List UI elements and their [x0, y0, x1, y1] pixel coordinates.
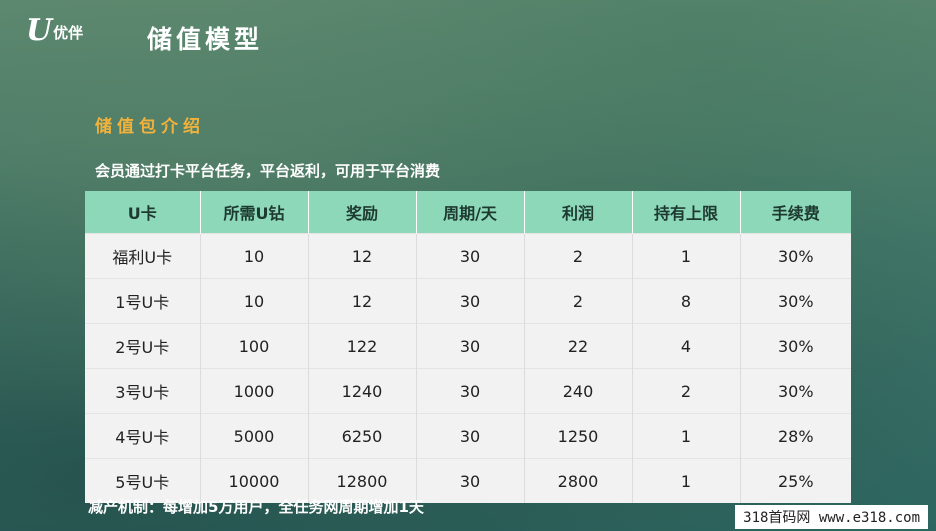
- table-cell: 30%: [740, 278, 851, 324]
- table-cell: 2800: [524, 458, 633, 503]
- table-cell: 2: [524, 233, 633, 279]
- table-cell: 1: [632, 458, 741, 503]
- table-cell: 2号U卡: [85, 323, 201, 369]
- table-cell: 22: [524, 323, 633, 369]
- table-cell: 2: [632, 368, 741, 414]
- table-cell: 122: [308, 323, 417, 369]
- table-cell: 1: [632, 233, 741, 279]
- table-cell: 10: [200, 233, 309, 279]
- watermark: 318首码网 www.e318.com: [735, 505, 928, 529]
- table-cell: 1240: [308, 368, 417, 414]
- logo-mark: U: [26, 13, 53, 48]
- table-row: 4号U卡 5000 6250 30 1250 1 28%: [85, 413, 851, 459]
- header-card: U卡: [85, 191, 201, 234]
- footer-note: 减产机制：每增加5万用户，全任务网周期增加1天: [88, 498, 424, 516]
- table-header-row: U卡 所需U钻 奖励 周期/天 利润 持有上限 手续费: [85, 191, 851, 234]
- header-required-diamonds: 所需U钻: [200, 191, 309, 234]
- table-cell: 4: [632, 323, 741, 369]
- table-cell: 28%: [740, 413, 851, 459]
- table-row: 2号U卡 100 122 30 22 4 30%: [85, 323, 851, 369]
- header-reward: 奖励: [308, 191, 417, 234]
- table-cell: 福利U卡: [85, 233, 201, 279]
- table-cell: 12: [308, 278, 417, 324]
- table-cell: 3号U卡: [85, 368, 201, 414]
- table-cell: 1: [632, 413, 741, 459]
- table-cell: 4号U卡: [85, 413, 201, 459]
- table-row: 福利U卡 10 12 30 2 1 30%: [85, 233, 851, 279]
- table-cell: 240: [524, 368, 633, 414]
- table-cell: 2: [524, 278, 633, 324]
- slide-title: 储值模型: [147, 25, 264, 54]
- table-cell: 8: [632, 278, 741, 324]
- table-cell: 30: [416, 233, 525, 279]
- card-table: U卡 所需U钻 奖励 周期/天 利润 持有上限 手续费 福利U卡 10 12 3…: [85, 191, 851, 503]
- table-cell: 1250: [524, 413, 633, 459]
- logo-text: 优伴: [53, 24, 84, 42]
- table-cell: 1号U卡: [85, 278, 201, 324]
- table-cell: 100: [200, 323, 309, 369]
- table-cell: 25%: [740, 458, 851, 503]
- table-cell: 12: [308, 233, 417, 279]
- table-cell: 5000: [200, 413, 309, 459]
- section-title: 储值包介绍: [95, 117, 205, 137]
- table-cell: 30: [416, 413, 525, 459]
- table-cell: 30%: [740, 323, 851, 369]
- table-cell: 1000: [200, 368, 309, 414]
- header-period: 周期/天: [416, 191, 525, 234]
- table-cell: 30: [416, 368, 525, 414]
- header-profit: 利润: [524, 191, 633, 234]
- header-fee: 手续费: [740, 191, 851, 234]
- table-cell: 30%: [740, 233, 851, 279]
- table-cell: 30: [416, 323, 525, 369]
- table-cell: 30: [416, 458, 525, 503]
- table-cell: 30: [416, 278, 525, 324]
- header-holding-limit: 持有上限: [632, 191, 741, 234]
- table-row: 1号U卡 10 12 30 2 8 30%: [85, 278, 851, 324]
- table-cell: 6250: [308, 413, 417, 459]
- brand-logo: U 优伴: [26, 16, 83, 46]
- table-cell: 10: [200, 278, 309, 324]
- intro-text: 会员通过打卡平台任务，平台返利，可用于平台消费: [95, 162, 441, 180]
- table-cell: 30%: [740, 368, 851, 414]
- table-row: 3号U卡 1000 1240 30 240 2 30%: [85, 368, 851, 414]
